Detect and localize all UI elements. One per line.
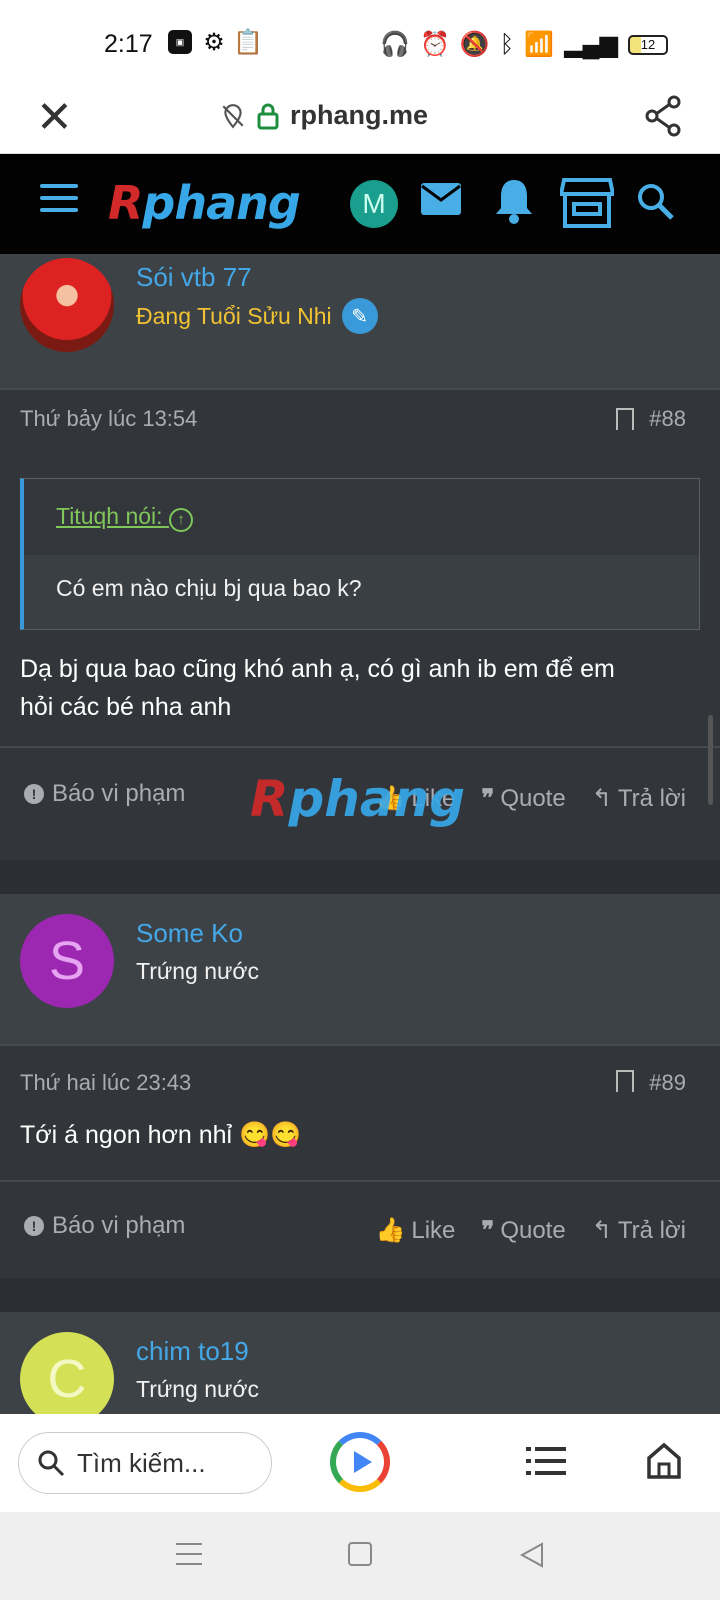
quote-button[interactable]: ❞ Quote xyxy=(481,1216,565,1245)
system-nav-bar xyxy=(0,1512,720,1600)
alert-icon: ! xyxy=(24,784,44,804)
like-button[interactable]: 👍 Like xyxy=(375,1216,455,1245)
status-bar: 2:17 ▣ ⚙ 📋 🎧 ⏰ 🔕 ᛒ 📶 ▂▄▆ 12 xyxy=(0,0,720,82)
quote-icon: ❞ xyxy=(481,1217,495,1244)
mute-icon: 🔕 xyxy=(459,31,490,58)
quote-icon: ❞ xyxy=(481,785,495,812)
post-timestamp[interactable]: Thứ bảy lúc 13:54 xyxy=(20,406,197,432)
list-icon[interactable] xyxy=(526,1444,566,1478)
bookmark-icon[interactable] xyxy=(616,408,634,432)
quote-text: Có em nào chịu bj qua bao k? xyxy=(56,575,362,601)
site-header: Rphang M xyxy=(0,154,720,254)
alarm-icon: ⏰ xyxy=(420,31,450,58)
verified-badge-icon: ✎ xyxy=(341,298,378,334)
avatar[interactable] xyxy=(20,258,114,352)
wifi-icon: 📶 xyxy=(524,31,555,58)
arrow-up-circle-icon: ↑ xyxy=(168,508,193,532)
post-username[interactable]: Some Ko xyxy=(136,918,243,949)
report-button[interactable]: ! Báo vi phạm xyxy=(24,1212,185,1240)
status-time: 2:17 xyxy=(104,30,153,58)
news-app-icon: ▣ xyxy=(168,30,192,54)
scrollbar[interactable] xyxy=(708,715,713,805)
post-actions: ! Báo vi phạm 👍 Like ❞ Quote ↰ Trả lời xyxy=(0,1198,720,1254)
recents-menu-icon[interactable] xyxy=(176,1542,202,1566)
search-icon xyxy=(38,1450,65,1477)
user-title: Trứng nước xyxy=(136,958,259,984)
quote-block: Tituqh nói: ↑ Có em nào chịu bj qua bao … xyxy=(20,478,700,630)
user-title: Đang Tuổi Sửu Nhi ✎ xyxy=(136,298,378,334)
lock-icon xyxy=(257,103,279,129)
clipboard-icon: 📋 xyxy=(233,28,263,56)
site-logo[interactable]: Rphang xyxy=(108,176,301,230)
reply-button[interactable]: ↰ Trả lời xyxy=(592,784,686,813)
post-username[interactable]: Sói vtb 77 xyxy=(136,262,252,293)
home-icon[interactable] xyxy=(646,1442,682,1480)
browser-bottom-bar: Tìm kiếm... xyxy=(0,1414,720,1512)
alert-icon: ! xyxy=(24,1216,44,1236)
signal-icon: ▂▄▆ xyxy=(564,31,618,58)
watermark-logo: Rphang xyxy=(250,770,466,828)
post-card: S Some Ko Trứng nước Thứ hai lúc 23:43 #… xyxy=(0,894,720,1278)
post-timestamp[interactable]: Thứ hai lúc 23:43 xyxy=(20,1070,191,1096)
user-avatar[interactable]: M xyxy=(350,180,398,228)
post-body: Tới á ngon hơn nhỉ 😋😋 xyxy=(20,1121,302,1149)
post-number[interactable]: #88 xyxy=(649,406,686,432)
url-display[interactable]: rphang.me xyxy=(220,100,428,131)
hamburger-menu-icon[interactable] xyxy=(40,184,78,220)
post-body: Dạ bj qua bao cũng khó anh ạ, có gì anh … xyxy=(20,655,615,721)
search-icon[interactable] xyxy=(636,182,676,222)
settings-icon: ⚙ xyxy=(203,28,225,56)
quote-author-link[interactable]: Tituqh nói: ↑ xyxy=(24,479,699,555)
mail-icon[interactable] xyxy=(420,182,462,216)
post-user-block: C chim to19 Trứng nước xyxy=(0,1312,720,1414)
avatar[interactable]: S xyxy=(20,914,114,1008)
bluetooth-icon: ᛒ xyxy=(499,30,515,58)
home-square-icon[interactable] xyxy=(348,1542,372,1566)
bookmark-icon[interactable] xyxy=(616,1070,634,1094)
browser-url-bar: ✕ rphang.me xyxy=(0,82,720,154)
thumbs-up-icon: 👍 xyxy=(375,1217,406,1244)
avatar[interactable]: C xyxy=(20,1332,114,1414)
store-icon[interactable] xyxy=(560,178,614,228)
close-icon[interactable]: ✕ xyxy=(36,94,73,142)
post-username[interactable]: chim to19 xyxy=(136,1336,249,1367)
reply-arrow-icon: ↰ xyxy=(591,1217,612,1244)
report-button[interactable]: ! Báo vi phạm xyxy=(24,780,185,808)
play-icon[interactable] xyxy=(330,1432,390,1492)
reply-arrow-icon: ↰ xyxy=(591,785,612,812)
quote-button[interactable]: ❞ Quote xyxy=(481,784,565,813)
headset-icon: 🎧 xyxy=(380,31,410,58)
post-number[interactable]: #89 xyxy=(649,1070,686,1096)
location-off-icon xyxy=(222,103,244,128)
battery-icon: 12 xyxy=(628,34,668,55)
search-input[interactable]: Tìm kiếm... xyxy=(18,1432,272,1494)
back-triangle-icon[interactable] xyxy=(520,1542,544,1568)
share-icon[interactable] xyxy=(644,94,684,138)
url-text: rphang.me xyxy=(290,100,429,130)
reply-button[interactable]: ↰ Trả lời xyxy=(592,1216,686,1245)
post-user-block: Sói vtb 77 Đang Tuổi Sửu Nhi ✎ xyxy=(0,254,720,388)
post-user-block: S Some Ko Trứng nước xyxy=(0,894,720,1044)
user-title: Trứng nước xyxy=(136,1376,259,1402)
bell-icon[interactable] xyxy=(494,178,534,224)
post-card: C chim to19 Trứng nước xyxy=(0,1312,720,1414)
